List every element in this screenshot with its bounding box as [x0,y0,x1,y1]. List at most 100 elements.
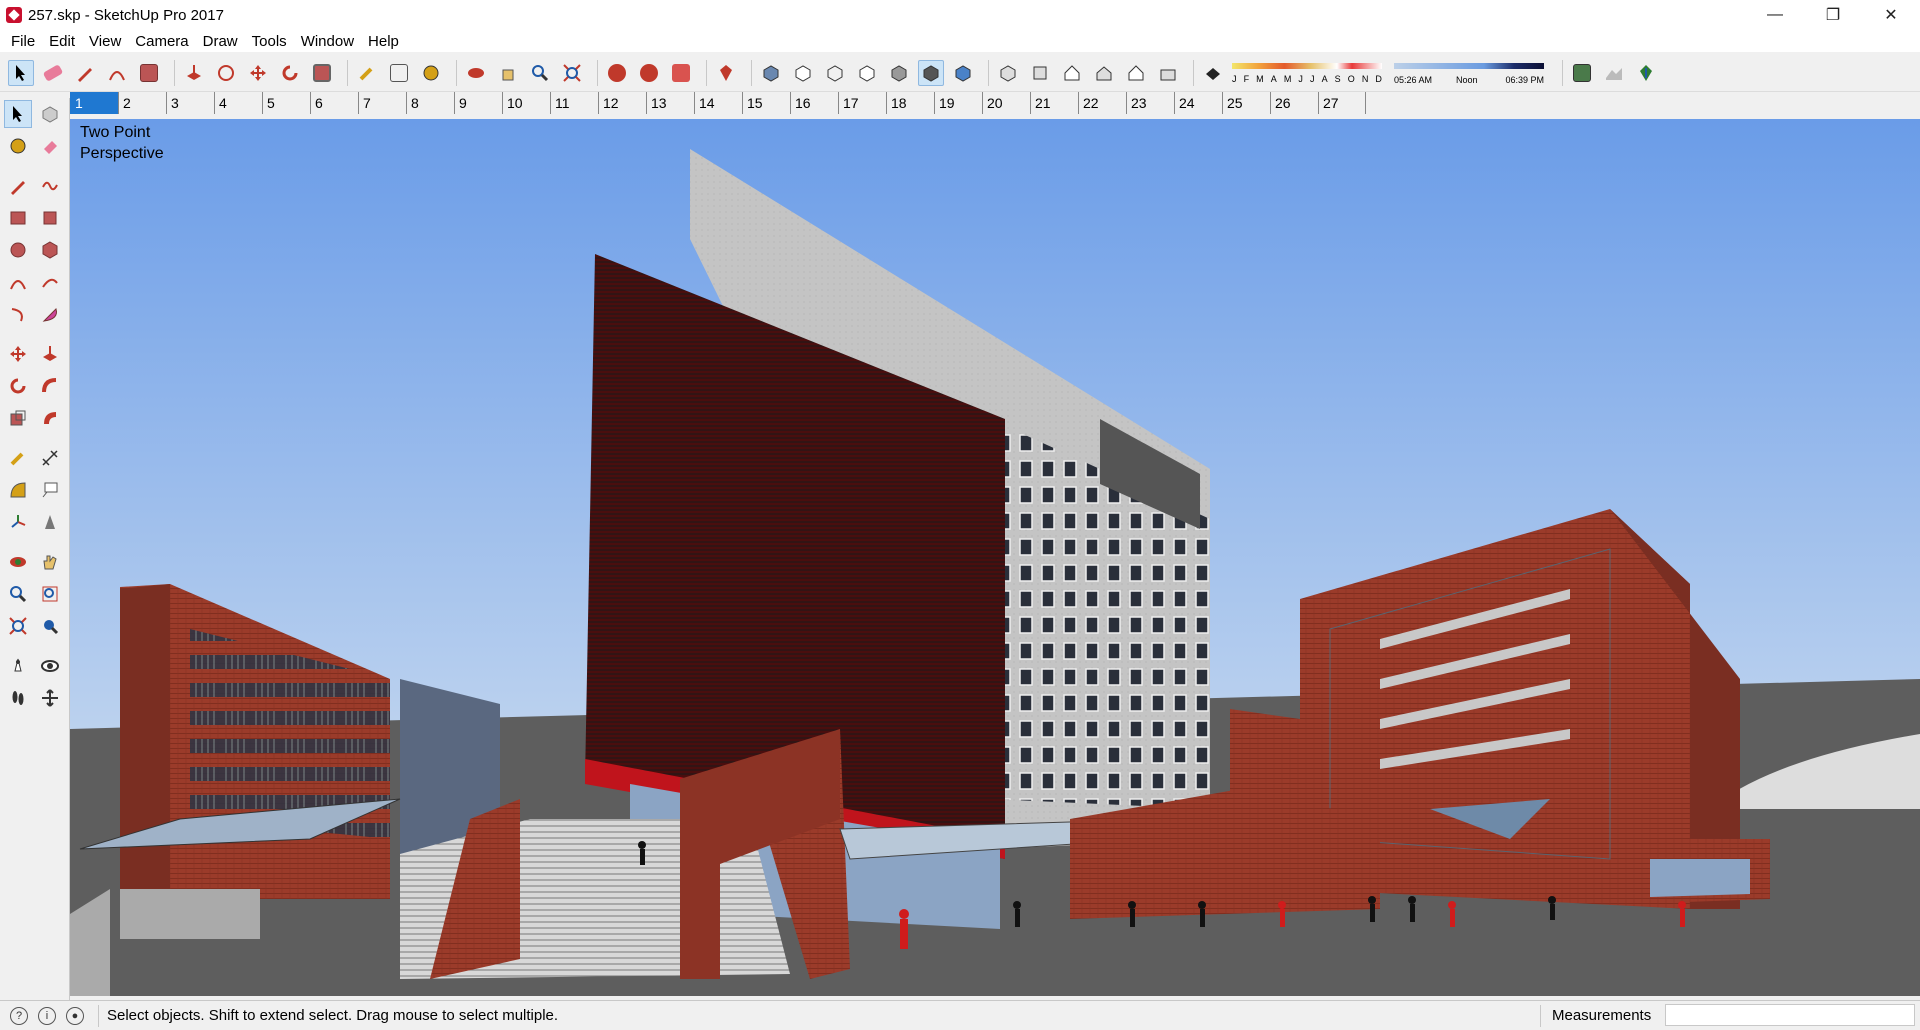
section-plane-tool[interactable] [36,684,64,712]
menu-edit[interactable]: Edit [42,33,82,50]
dimension-tool[interactable] [36,444,64,472]
scene-tab-7[interactable]: 7 [358,92,406,114]
arc-button[interactable] [104,60,130,86]
menu-help[interactable]: Help [361,33,406,50]
zoom-tool[interactable] [4,580,32,608]
rotated-rectangle-tool[interactable] [36,204,64,232]
menu-camera[interactable]: Camera [128,33,195,50]
arc-tool[interactable] [4,268,32,296]
zoom-extents-button[interactable] [559,60,585,86]
offset-tool[interactable] [36,404,64,432]
left-view-button[interactable] [1155,60,1181,86]
text-tool[interactable] [36,476,64,504]
scene-tab-23[interactable]: 23 [1126,92,1174,114]
walk-tool[interactable] [4,684,32,712]
line-tool[interactable] [4,172,32,200]
scene-tab-6[interactable]: 6 [310,92,358,114]
move-tool[interactable] [4,340,32,368]
scene-tab-9[interactable]: 9 [454,92,502,114]
axes-tool[interactable] [4,508,32,536]
scene-tab-1[interactable]: 1 [70,92,118,114]
back-view-button[interactable] [1123,60,1149,86]
share-component-button[interactable] [668,60,694,86]
push-pull-button[interactable] [181,60,207,86]
measurements-input[interactable] [1665,1004,1915,1026]
geo-location-icon[interactable]: ? [10,1006,28,1025]
wireframe-button[interactable] [822,60,848,86]
text-button[interactable] [386,60,412,86]
share-model-button[interactable] [636,60,662,86]
photo-textures-button[interactable] [1633,60,1659,86]
xray-style-button[interactable] [758,60,784,86]
zoom-extents-tool[interactable] [4,612,32,640]
scene-tab-18[interactable]: 18 [886,92,934,114]
front-view-button[interactable] [1059,60,1085,86]
previous-view-tool[interactable] [36,612,64,640]
position-camera-tool[interactable] [4,652,32,680]
top-view-button[interactable] [1027,60,1053,86]
scene-tab-13[interactable]: 13 [646,92,694,114]
scene-tab-8[interactable]: 8 [406,92,454,114]
toggle-terrain-button[interactable] [1601,60,1627,86]
restore-button[interactable]: ❐ [1804,0,1862,30]
pan-button[interactable] [495,60,521,86]
user-account-icon[interactable]: ● [66,1006,84,1025]
scene-tab-10[interactable]: 10 [502,92,550,114]
hidden-line-button[interactable] [854,60,880,86]
polygon-tool[interactable] [36,236,64,264]
monochrome-button[interactable] [950,60,976,86]
scene-tab-11[interactable]: 11 [550,92,598,114]
scene-tab-12[interactable]: 12 [598,92,646,114]
minimize-button[interactable]: — [1746,0,1804,30]
protractor-tool[interactable] [4,476,32,504]
scene-tab-27[interactable]: 27 [1318,92,1366,114]
paint-bucket-button[interactable] [418,60,444,86]
scene-tab-24[interactable]: 24 [1174,92,1222,114]
shadows-toggle-button[interactable] [1200,60,1226,86]
add-location-button[interactable] [1569,60,1595,86]
menu-file[interactable]: File [4,33,42,50]
pan-tool[interactable] [36,548,64,576]
tape-measure-tool[interactable] [4,444,32,472]
freehand-tool[interactable] [36,172,64,200]
back-edges-button[interactable] [790,60,816,86]
zoom-button[interactable] [527,60,553,86]
scene-tab-17[interactable]: 17 [838,92,886,114]
rotate-tool[interactable] [4,372,32,400]
menu-tools[interactable]: Tools [245,33,294,50]
select-tool-button[interactable] [8,59,34,86]
follow-me-tool[interactable] [36,372,64,400]
scale-button[interactable] [309,60,335,86]
look-around-tool[interactable] [36,652,64,680]
paint-bucket-tool[interactable] [4,132,32,160]
scene-tab-19[interactable]: 19 [934,92,982,114]
scene-tab-3[interactable]: 3 [166,92,214,114]
make-component-tool[interactable] [36,100,64,128]
scene-tab-2[interactable]: 2 [118,92,166,114]
push-pull-tool[interactable] [36,340,64,368]
follow-me-button[interactable] [213,60,239,86]
orbit-button[interactable] [463,60,489,86]
scene-tab-26[interactable]: 26 [1270,92,1318,114]
pencil-button[interactable] [72,60,98,86]
orbit-tool[interactable] [4,548,32,576]
circle-tool[interactable] [4,236,32,264]
scene-tab-5[interactable]: 5 [262,92,310,114]
zoom-window-tool[interactable] [36,580,64,608]
scale-tool[interactable] [4,404,32,432]
menu-draw[interactable]: Draw [196,33,245,50]
warehouse-button[interactable] [604,60,630,86]
scene-tab-14[interactable]: 14 [694,92,742,114]
model-viewport[interactable]: Two Point Perspective [70,119,1920,996]
rectangle-button[interactable] [136,60,162,86]
extension-warehouse-button[interactable] [713,60,739,86]
select-tool[interactable] [4,100,32,128]
shadow-time-slider[interactable]: 05:26 AM Noon 06:39 PM [1394,60,1544,86]
eraser-button[interactable] [40,60,66,86]
rectangle-tool[interactable] [4,204,32,232]
rotate-button[interactable] [277,60,303,86]
right-view-button[interactable] [1091,60,1117,86]
two-point-arc-tool[interactable] [36,268,64,296]
scene-tab-20[interactable]: 20 [982,92,1030,114]
move-button[interactable] [245,60,271,86]
